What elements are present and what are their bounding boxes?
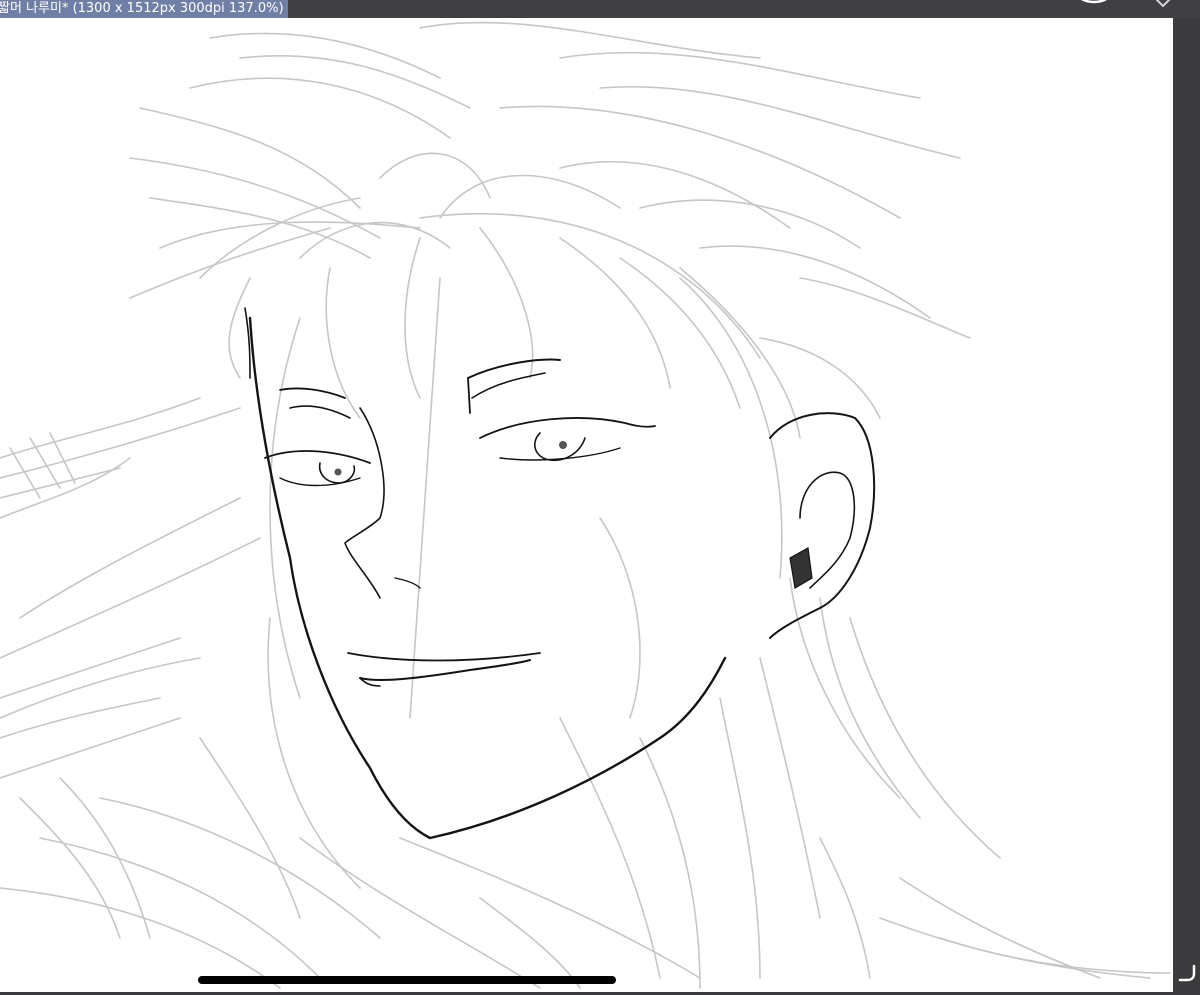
rough-sketch-lines	[0, 21, 1171, 989]
home-indicator-bar[interactable]	[198, 976, 616, 984]
document-tab[interactable]: 짧머 나루미* (1300 x 1512px 300dpi 137.0%)	[0, 0, 288, 18]
document-tab-title: 짧머 나루미* (1300 x 1512px 300dpi 137.0%)	[0, 1, 284, 16]
circle-icon[interactable]	[1064, 0, 1124, 14]
top-bar: 짧머 나루미* (1300 x 1512px 300dpi 137.0%)	[0, 0, 1200, 18]
right-panel-edge	[1173, 18, 1200, 995]
chevron-down-icon[interactable]	[1152, 0, 1174, 12]
corner-resize-handle-icon[interactable]	[1176, 962, 1198, 984]
drawing-canvas[interactable]	[0, 18, 1173, 992]
drawing-app-window: 짧머 나루미* (1300 x 1512px 300dpi 137.0%)	[0, 0, 1200, 995]
sketch-artwork	[0, 21, 1171, 989]
